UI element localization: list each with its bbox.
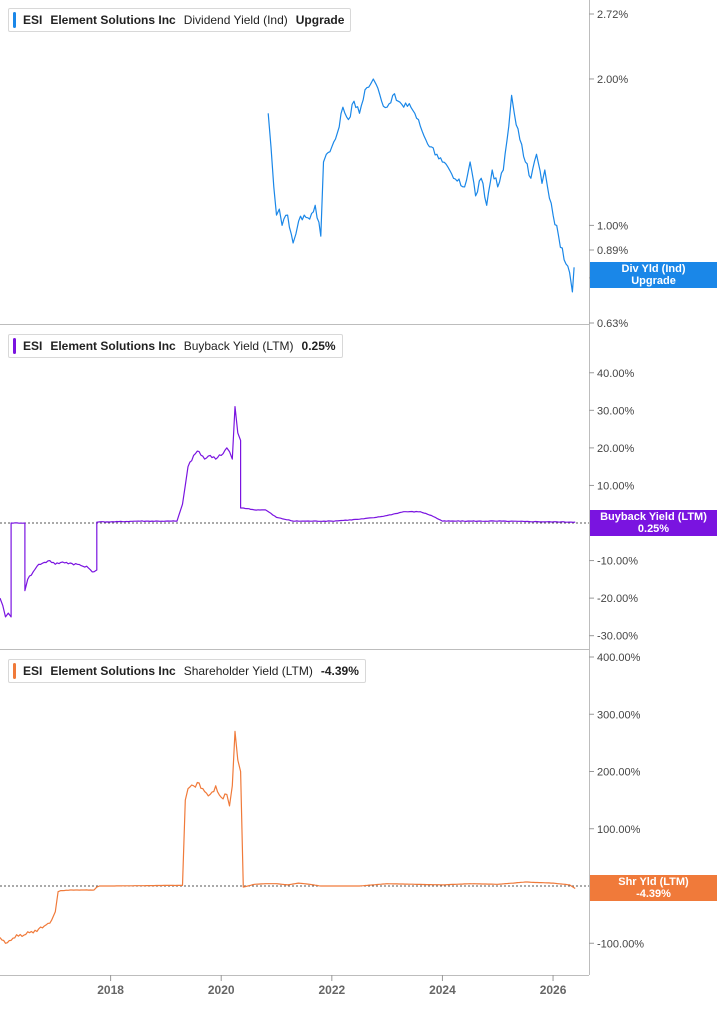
y-tick-label: 30.00% bbox=[597, 405, 635, 417]
legend-ticker: ESI bbox=[23, 13, 43, 27]
legend-value[interactable]: Upgrade bbox=[296, 13, 345, 27]
legend-ticker: ESI bbox=[23, 664, 43, 678]
value-tag-value: Upgrade bbox=[631, 275, 676, 287]
chart-canvas: 2.72%2.00%1.00%0.89%0.78%0.63%40.00%30.0… bbox=[0, 0, 717, 1005]
legend-buyback-yield[interactable]: ESI Element Solutions Inc Buyback Yield … bbox=[8, 334, 343, 358]
value-tag-dividend-yield: Div Yld (Ind) Upgrade bbox=[590, 262, 717, 288]
legend-company: Element Solutions Inc bbox=[50, 13, 176, 27]
legend-swatch bbox=[13, 663, 16, 679]
y-tick-label: 10.00% bbox=[597, 480, 635, 492]
value-tag-label: Div Yld (Ind) bbox=[621, 263, 686, 275]
y-tick-label: 100.00% bbox=[597, 824, 641, 836]
legend-metric: Dividend Yield (Ind) bbox=[183, 13, 288, 27]
value-tag-shareholder-yield: Shr Yld (LTM) -4.39% bbox=[590, 875, 717, 901]
x-tick-label: 2024 bbox=[429, 983, 456, 997]
chart-root: 2.72%2.00%1.00%0.89%0.78%0.63%40.00%30.0… bbox=[0, 0, 717, 1005]
value-tag-label: Shr Yld (LTM) bbox=[618, 876, 689, 888]
value-tag-buyback-yield: Buyback Yield (LTM) 0.25% bbox=[590, 510, 717, 536]
y-tick-label: 400.00% bbox=[597, 652, 641, 664]
value-tag-label: Buyback Yield (LTM) bbox=[600, 511, 707, 523]
y-tick-label: 0.89% bbox=[597, 245, 628, 257]
legend-company: Element Solutions Inc bbox=[50, 664, 176, 678]
legend-swatch bbox=[13, 12, 16, 28]
legend-swatch bbox=[13, 338, 16, 354]
y-tick-label: 2.00% bbox=[597, 74, 628, 86]
chart-background bbox=[0, 0, 717, 1005]
y-tick-label: 200.00% bbox=[597, 767, 641, 779]
legend-metric: Buyback Yield (LTM) bbox=[183, 339, 294, 353]
y-tick-label: 300.00% bbox=[597, 709, 641, 721]
legend-metric: Shareholder Yield (LTM) bbox=[183, 664, 313, 678]
value-tag-value: 0.25% bbox=[637, 523, 670, 535]
legend-dividend-yield[interactable]: ESI Element Solutions Inc Dividend Yield… bbox=[8, 8, 352, 32]
x-tick-label: 2018 bbox=[97, 983, 124, 997]
value-tag-value: -4.39% bbox=[636, 888, 671, 900]
legend-company: Element Solutions Inc bbox=[50, 339, 176, 353]
legend-shareholder-yield[interactable]: ESI Element Solutions Inc Shareholder Yi… bbox=[8, 659, 366, 683]
legend-value: 0.25% bbox=[301, 339, 336, 353]
y-tick-label: -30.00% bbox=[597, 631, 638, 643]
y-tick-label: 40.00% bbox=[597, 368, 635, 380]
y-tick-label: -20.00% bbox=[597, 593, 638, 605]
y-tick-label: -10.00% bbox=[597, 556, 638, 568]
y-tick-label: -100.00% bbox=[597, 938, 644, 950]
y-tick-label: 1.00% bbox=[597, 220, 628, 232]
x-tick-label: 2020 bbox=[208, 983, 235, 997]
y-tick-label: 20.00% bbox=[597, 443, 635, 455]
x-tick-label: 2022 bbox=[318, 983, 345, 997]
y-tick-label: 0.63% bbox=[597, 318, 628, 330]
legend-ticker: ESI bbox=[23, 339, 43, 353]
x-tick-label: 2026 bbox=[540, 983, 567, 997]
y-tick-label: 2.72% bbox=[597, 9, 628, 21]
legend-value: -4.39% bbox=[320, 664, 359, 678]
